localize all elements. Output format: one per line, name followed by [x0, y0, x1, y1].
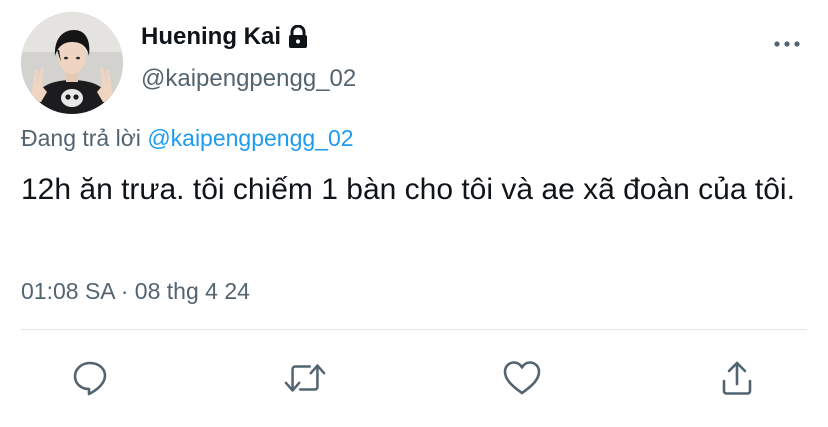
reply-button[interactable]: [68, 356, 112, 400]
more-icon: [774, 41, 800, 47]
reply-prefix: Đang trả lời: [21, 125, 141, 151]
more-button[interactable]: [772, 32, 802, 56]
reply-icon: [73, 361, 107, 396]
author-name-row[interactable]: Huening Kai: [141, 22, 309, 52]
share-button[interactable]: [715, 356, 759, 400]
action-bar: [0, 356, 828, 400]
avatar[interactable]: [21, 12, 123, 114]
heart-icon: [503, 361, 541, 395]
avatar-photo: [21, 12, 123, 114]
like-button[interactable]: [500, 356, 544, 400]
reply-mention-link[interactable]: @kaipengpengg_02: [147, 125, 353, 151]
tweet-timestamp[interactable]: 01:08 SA · 08 thg 4 24: [21, 276, 250, 306]
author-handle[interactable]: @kaipengpengg_02: [141, 64, 356, 94]
share-icon: [722, 361, 752, 395]
lock-icon: [287, 24, 309, 49]
tweet-text: 12h ăn trưa. tôi chiếm 1 bàn cho tôi và …: [21, 173, 795, 206]
retweet-icon: [284, 364, 326, 392]
divider: [21, 329, 807, 330]
display-name[interactable]: Huening Kai: [141, 22, 281, 52]
retweet-button[interactable]: [283, 356, 327, 400]
reply-context: Đang trả lời @kaipengpengg_02: [21, 123, 354, 153]
